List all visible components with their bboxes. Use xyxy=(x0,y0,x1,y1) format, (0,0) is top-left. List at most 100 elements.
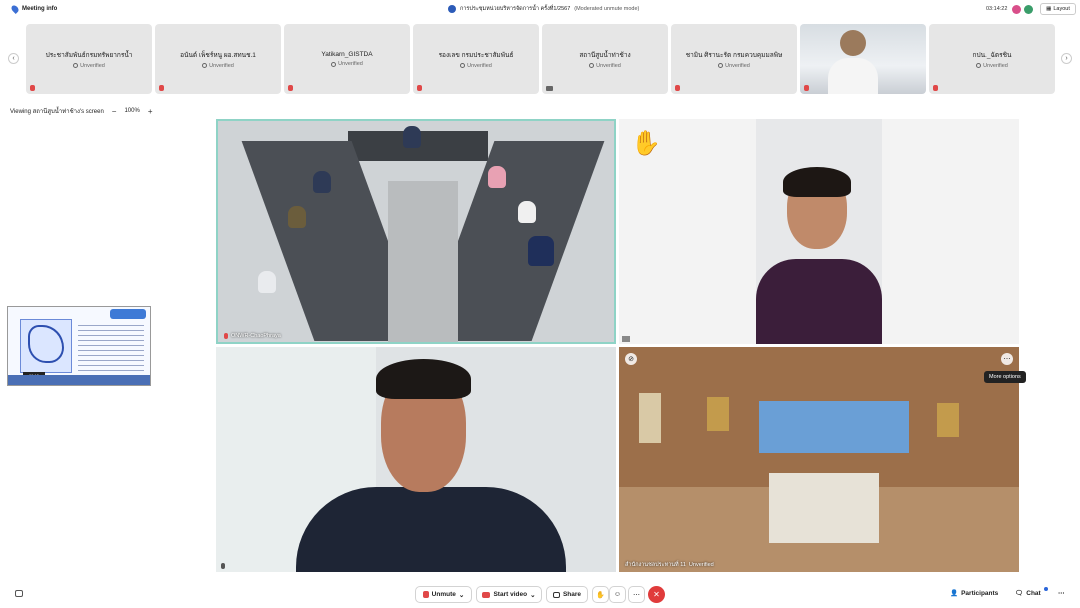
verification-status: Unverified xyxy=(331,61,363,67)
leave-meeting-button[interactable]: ✕ xyxy=(648,586,665,603)
video-tile-irrigation-office[interactable]: ⊘ ⋯ สำนักงานชลประทานที่ 11 Unverified xyxy=(619,347,1019,572)
connection-indicator-icon[interactable] xyxy=(1024,5,1033,14)
layout-label: Layout xyxy=(1053,6,1070,12)
participant-tile[interactable]: ประชาสัมพันธ์กรมทรัพยากรน้ำ Unverified xyxy=(26,24,152,94)
video-off-icon xyxy=(482,591,491,598)
unverified-icon xyxy=(331,61,337,67)
verification-status: Unverified xyxy=(688,562,714,568)
share-label: Share xyxy=(562,591,582,598)
participant-tile[interactable]: ชามิน ศิรานะรัต กรมควบคุมมลพิษ Unverifie… xyxy=(671,24,797,94)
mic-muted-icon xyxy=(417,85,422,91)
participant-video-face xyxy=(840,30,866,56)
attendee xyxy=(258,271,276,293)
chat-button[interactable]: 🗨 Chat xyxy=(1015,589,1041,598)
strip-prev-arrow-icon[interactable]: ‹ xyxy=(8,53,19,64)
unverified-icon xyxy=(589,63,595,68)
participant-name: ชามิน ศิรานะรัต กรมควบคุมมลพิษ xyxy=(685,51,783,59)
more-button[interactable]: ⋯ xyxy=(628,586,645,603)
room-floor xyxy=(388,181,458,342)
meeting-info-label: Meeting info xyxy=(22,6,58,12)
participant-tile[interactable]: กปน._ฉัตรชิน Unverified xyxy=(929,24,1055,94)
attendee xyxy=(313,171,331,193)
unverified-icon xyxy=(460,63,466,68)
more-options-icon[interactable]: ⋯ xyxy=(1001,353,1013,365)
mic-muted-icon xyxy=(221,563,225,569)
start-video-label: Start video xyxy=(493,591,528,598)
attendee xyxy=(403,126,421,148)
raise-hand-button[interactable]: ✋ xyxy=(592,586,609,603)
chat-icon: 🗨 xyxy=(1015,590,1024,597)
participants-button[interactable]: 👤 Participants xyxy=(950,589,998,598)
meeting-info-button[interactable]: Meeting info xyxy=(10,4,58,14)
attendee xyxy=(518,201,536,223)
mute-indicator-icon: ⊘ xyxy=(625,353,637,365)
participant-tile[interactable]: รองเลข กรมประชาสัมพันธ์ Unverified xyxy=(413,24,539,94)
zoom-level: 100% xyxy=(124,108,140,114)
participant-video-body xyxy=(828,58,878,94)
meeting-timer: 03:14:22 xyxy=(986,6,1008,12)
layout-button[interactable]: ▦ Layout xyxy=(1040,3,1076,15)
mic-muted-icon xyxy=(288,85,293,91)
video-participant-name: สำนักงานชลประทานที่ 11 xyxy=(625,562,686,568)
zoom-in-button[interactable]: + xyxy=(148,107,153,116)
video-tile-participant[interactable] xyxy=(216,347,616,572)
raise-hand-icon: ✋ xyxy=(596,591,605,599)
participant-shirt xyxy=(756,259,882,344)
unmute-button[interactable]: Unmute ⌄ xyxy=(415,586,472,603)
participant-name: รองเลข กรมประชาสัมพันธ์ xyxy=(438,51,514,59)
screen-logo xyxy=(110,309,146,319)
room-projector-screen xyxy=(759,401,909,453)
room-table xyxy=(769,473,879,543)
unmute-label: Unmute xyxy=(431,591,456,598)
video-name-tag: สำนักงานชลประทานที่ 11 Unverified xyxy=(625,561,714,569)
shared-screen-thumbnail[interactable]: 00:15 xyxy=(7,306,151,386)
attendee xyxy=(488,166,506,188)
start-video-button[interactable]: Start video ⌄ xyxy=(476,586,542,603)
mic-muted-icon xyxy=(30,85,35,91)
more-icon: ⋯ xyxy=(1058,590,1065,597)
chat-notification-dot xyxy=(1044,587,1048,591)
participant-name: สถานีสูบน้ำท่าช้าง xyxy=(579,51,631,59)
more-menu-button[interactable]: ⋯ xyxy=(1058,589,1065,597)
room-frame xyxy=(937,403,959,437)
layout-icon: ▦ xyxy=(1046,6,1052,12)
verification-status: Unverified xyxy=(202,63,234,69)
reactions-button[interactable]: ☺ xyxy=(609,586,626,603)
mic-muted-icon xyxy=(675,85,680,91)
unverified-icon xyxy=(73,63,79,68)
participants-icon: 👤 xyxy=(950,590,959,597)
close-icon: ✕ xyxy=(653,590,660,599)
mic-muted-icon xyxy=(804,85,809,91)
meeting-mode-text: (Moderated unmute mode) xyxy=(574,6,640,12)
participant-tile[interactable]: สถานีสูบน้ำท่าช้าง Unverified xyxy=(542,24,668,94)
meeting-title-text: การประชุมหน่วยบริหารจัดการน้ำ ครั้งที่1/… xyxy=(460,6,571,12)
screen-text-block xyxy=(78,325,144,371)
participant-video-tile[interactable] xyxy=(800,24,926,94)
screen-footer-bar xyxy=(8,375,150,385)
participant-hair xyxy=(376,359,471,399)
captions-icon[interactable] xyxy=(15,590,23,597)
recording-indicator-icon[interactable] xyxy=(1012,5,1021,14)
verification-status: Unverified xyxy=(976,63,1008,69)
unverified-icon xyxy=(976,63,982,68)
participant-hair xyxy=(783,167,851,197)
video-tile-conference-room[interactable]: ONWR-ChaoPhraya xyxy=(216,119,616,344)
chevron-down-icon[interactable]: ⌄ xyxy=(530,591,535,599)
zoom-out-button[interactable]: − xyxy=(112,107,117,116)
strip-next-arrow-icon[interactable]: › xyxy=(1061,53,1072,64)
verification-status: Unverified xyxy=(718,63,750,69)
participant-name: Yatikarn_GISTDA xyxy=(321,51,373,58)
participant-shirt xyxy=(296,487,566,572)
chevron-down-icon[interactable]: ⌄ xyxy=(459,591,464,599)
share-screen-icon xyxy=(552,591,560,598)
verification-status: Unverified xyxy=(589,63,621,69)
mic-muted-icon xyxy=(224,333,228,339)
share-button[interactable]: Share xyxy=(546,586,588,603)
participant-tile[interactable]: Yatikarn_GISTDA Unverified xyxy=(284,24,410,94)
video-tile-participant[interactable]: ✋ xyxy=(619,119,1019,344)
participant-tile[interactable]: อนันต์ เพ็ชร์หนู ผอ.สทนช.1 Unverified xyxy=(155,24,281,94)
attendee xyxy=(288,206,306,228)
unverified-icon xyxy=(202,63,208,68)
raised-hand-icon: ✋ xyxy=(631,130,661,157)
more-icon: ⋯ xyxy=(633,591,640,599)
